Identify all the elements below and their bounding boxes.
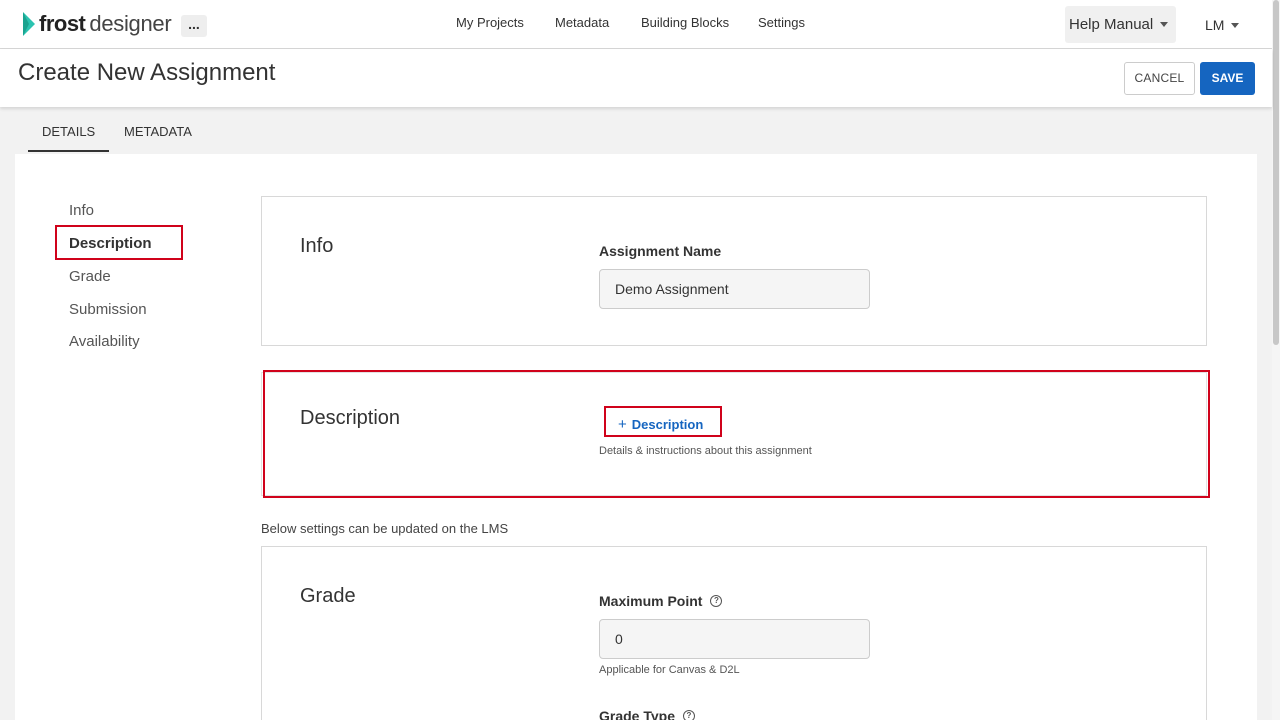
help-manual-label: Help Manual	[1069, 16, 1154, 33]
more-options-button[interactable]: ...	[181, 15, 207, 37]
tab-details[interactable]: DETAILS	[42, 124, 95, 139]
chevron-down-icon	[1231, 22, 1240, 28]
page-header: Create New Assignment CANCEL SAVE	[0, 49, 1272, 107]
grade-type-label: Grade Type ?	[599, 708, 695, 720]
info-section-title: Info	[300, 235, 334, 257]
grade-type-label-text: Grade Type	[599, 708, 675, 720]
active-tab-indicator	[28, 150, 109, 152]
cancel-button[interactable]: CANCEL	[1124, 62, 1195, 95]
logo-text-designer: designer	[89, 11, 172, 36]
frost-logo-icon	[23, 12, 35, 36]
chevron-down-icon	[1160, 22, 1169, 27]
nav-my-projects[interactable]: My Projects	[456, 15, 524, 30]
nav-building-blocks[interactable]: Building Blocks	[641, 15, 729, 30]
question-circle-icon[interactable]: ?	[710, 595, 723, 607]
logo-text-frost: frost	[39, 11, 86, 36]
assignment-name-label: Assignment Name	[599, 243, 722, 259]
page-scrollbar-thumb[interactable]	[1273, 0, 1279, 345]
save-button[interactable]: SAVE	[1200, 62, 1255, 95]
info-section: Info Assignment Name Demo Assignment	[261, 196, 1207, 346]
nav-settings[interactable]: Settings	[758, 15, 805, 30]
maximum-point-label: Maximum Point ?	[599, 593, 723, 609]
lms-settings-note: Below settings can be updated on the LMS	[261, 521, 509, 536]
maximum-point-help-text: Applicable for Canvas & D2L	[599, 664, 740, 676]
grade-section: Grade Maximum Point ? 0 Applicable for C…	[261, 546, 1207, 720]
sidebar-item-info[interactable]: Info	[69, 202, 94, 219]
sidebar-item-submission[interactable]: Submission	[69, 301, 147, 318]
frost-designer-logo[interactable]: frost designer	[21, 10, 172, 38]
help-manual-dropdown[interactable]: Help Manual	[1065, 6, 1176, 43]
nav-metadata[interactable]: Metadata	[555, 15, 609, 30]
question-circle-icon[interactable]: ?	[683, 710, 695, 720]
maximum-point-input[interactable]: 0	[599, 619, 870, 659]
user-initials: LM	[1205, 17, 1225, 33]
add-description-highlight	[604, 406, 722, 437]
sidebar-item-grade[interactable]: Grade	[69, 268, 111, 285]
assignment-name-input[interactable]: Demo Assignment	[599, 269, 870, 309]
user-menu-dropdown[interactable]: LM	[1205, 17, 1240, 33]
sidebar-description-highlight	[55, 225, 183, 260]
grade-section-title: Grade	[300, 585, 356, 607]
sidebar-item-availability[interactable]: Availability	[69, 333, 140, 350]
page-title: Create New Assignment	[18, 59, 276, 86]
maximum-point-label-text: Maximum Point	[599, 593, 703, 609]
tab-metadata[interactable]: METADATA	[124, 124, 192, 139]
top-nav-bar: frost designer ... My Projects Metadata …	[0, 0, 1272, 49]
description-section-highlight	[263, 370, 1210, 498]
